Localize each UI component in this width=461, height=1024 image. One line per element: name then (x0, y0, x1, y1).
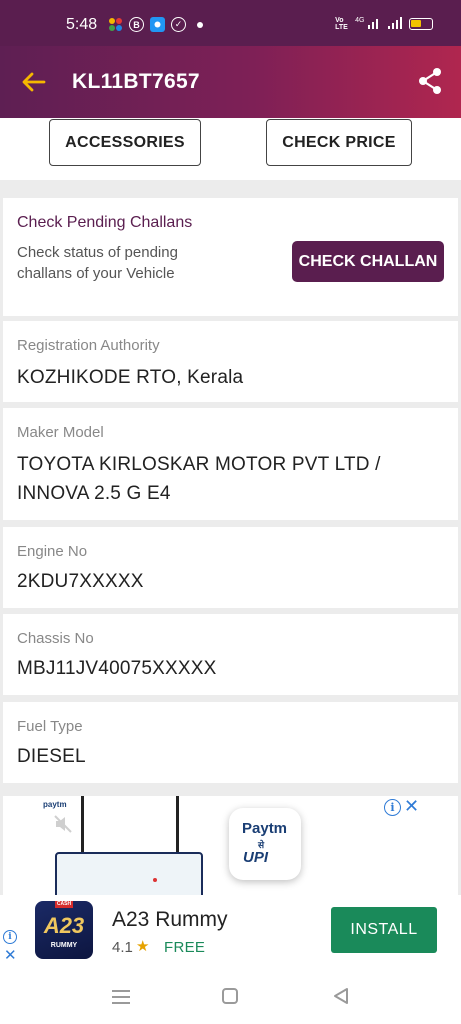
app-icon-subtitle: RUMMY (50, 942, 78, 949)
battery-icon (409, 18, 433, 30)
status-bar: 5:48 B ✓ Vo LTE 4G (0, 0, 461, 46)
detail-card-fuel-type: Fuel Type DIESEL (3, 702, 458, 783)
paytm-upi-logo: Paytm से UPI (229, 808, 301, 880)
accessories-button[interactable]: ACCESSORIES (49, 119, 201, 166)
banner-app-name: A23 Rummy (112, 908, 228, 931)
pinwheel-app-icon (108, 17, 123, 32)
close-icon[interactable]: ✕ (4, 946, 17, 964)
check-circle-icon: ✓ (171, 17, 186, 32)
detail-value: TOYOTA KIRLOSKAR MOTOR PVT LTD / INNOVA … (17, 454, 381, 504)
ad-paytm-small-logo: paytm (43, 800, 67, 809)
b-badge-icon: B (129, 17, 144, 32)
status-time: 5:48 (66, 16, 98, 33)
info-icon[interactable]: i (3, 930, 17, 944)
install-button[interactable]: INSTALL (331, 907, 437, 953)
ad-board-post (176, 796, 179, 858)
network-4g-icon: 4G (355, 17, 381, 31)
banner-ad[interactable]: i ✕ CASH A23 RUMMY A23 Rummy 4.1 ★ FREE … (0, 895, 461, 967)
ad-board-post (81, 796, 84, 858)
detail-card-chassis-no: Chassis No MBJ11JV40075XXXXX (3, 614, 458, 695)
banner-rating: 4.1 (112, 939, 133, 956)
check-price-button[interactable]: CHECK PRICE (266, 119, 412, 166)
detail-label: Engine No (17, 543, 88, 560)
network-type-label: 4G (355, 17, 365, 24)
detail-label: Maker Model (17, 424, 104, 441)
volte-icon: Vo LTE (335, 17, 348, 31)
status-system-icons: Vo LTE 4G (335, 17, 433, 31)
detail-label: Fuel Type (17, 718, 83, 735)
detail-label: Chassis No (17, 630, 94, 647)
detail-card-registration: Registration Authority KOZHIKODE RTO, Ke… (3, 321, 458, 402)
detail-value: MBJ11JV40075XXXXX (17, 658, 217, 679)
paytm-ad[interactable]: paytm Paytm से UPI i ✕ (3, 796, 458, 896)
close-icon[interactable]: ✕ (404, 796, 419, 817)
messaging-app-icon (150, 17, 165, 32)
back-triangle-icon[interactable] (331, 986, 351, 1006)
share-button[interactable] (415, 66, 445, 96)
share-icon (419, 68, 441, 94)
signal-icon (387, 17, 403, 31)
detail-card-maker-model: Maker Model TOYOTA KIRLOSKAR MOTOR PVT L… (3, 408, 458, 520)
page-title: KL11BT7657 (72, 70, 200, 93)
info-icon[interactable]: i (384, 799, 401, 816)
detail-value: KOZHIKODE RTO, Kerala (17, 367, 244, 388)
app-bar: KL11BT7657 (0, 46, 461, 118)
system-nav-bar (0, 967, 461, 1024)
logo-upi-text: UPI (243, 849, 269, 866)
ad-dot (153, 878, 157, 882)
challan-card: Check Pending Challans Check status of p… (3, 198, 458, 316)
ad-board (55, 852, 203, 896)
logo-paytm-text: Paytm (242, 820, 288, 837)
detail-card-engine-no: Engine No 2KDU7XXXXX (3, 527, 458, 608)
actions-card: ACCESSORIES CHECK PRICE (0, 118, 461, 180)
arrow-left-icon (22, 72, 46, 92)
app-icon-cash-label: CASH (55, 901, 73, 908)
status-notification-icons: B ✓ (108, 17, 207, 32)
home-icon[interactable] (222, 988, 238, 1004)
challan-title: Check Pending Challans (17, 214, 193, 231)
challan-description: Check status of pending challans of your… (17, 244, 178, 282)
banner-price: FREE (164, 939, 206, 956)
a23-rummy-app-icon: CASH A23 RUMMY (35, 901, 93, 959)
menu-icon[interactable] (112, 990, 130, 1004)
star-icon: ★ (136, 938, 150, 955)
detail-label: Registration Authority (17, 337, 160, 354)
app-icon-title: A23 (43, 913, 85, 938)
detail-value: DIESEL (17, 746, 86, 767)
back-button[interactable] (20, 68, 50, 96)
check-challan-button[interactable]: CHECK CHALLAN (292, 241, 444, 282)
dot-icon (192, 17, 207, 32)
mute-icon[interactable] (53, 814, 75, 834)
detail-value: 2KDU7XXXXX (17, 571, 144, 592)
